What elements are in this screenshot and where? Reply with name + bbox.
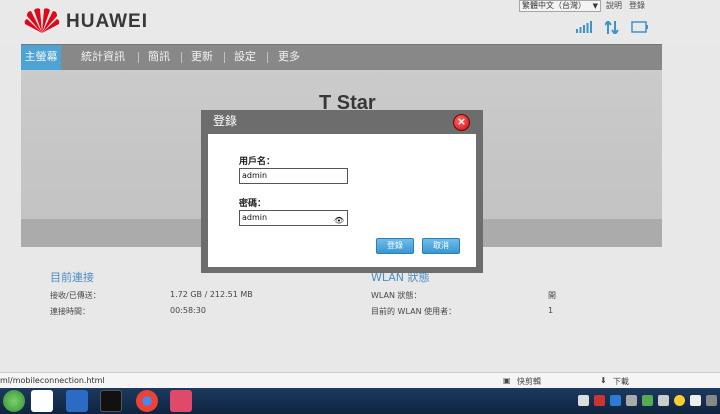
tray-icon[interactable] [578, 395, 589, 406]
cloud-app-icon[interactable] [66, 390, 88, 412]
tray-icon[interactable] [674, 395, 685, 406]
chrome-icon[interactable] [136, 390, 158, 412]
tray-icon[interactable] [626, 395, 637, 406]
tray-icon[interactable] [690, 395, 701, 406]
password-input[interactable]: admin 👁 [239, 210, 348, 226]
tray-icon[interactable] [706, 395, 717, 406]
browser-statusbar: ml/mobileconnection.html ▣ 快剪輯 ⬇ 下載 [0, 372, 720, 388]
eye-icon[interactable]: 👁 [334, 214, 344, 228]
username-value: admin [242, 171, 268, 180]
login-button[interactable]: 登錄 [376, 238, 414, 254]
app-icon[interactable] [100, 390, 122, 412]
tray-icon[interactable] [642, 395, 653, 406]
dialog-title: 登錄 [213, 114, 238, 128]
username-input[interactable]: admin [239, 168, 348, 184]
media-player-icon[interactable] [31, 390, 53, 412]
shortcut-icon[interactable]: ▣ [503, 376, 511, 385]
app-icon-pink[interactable] [170, 390, 192, 412]
tray-icon[interactable] [594, 395, 605, 406]
status-url: ml/mobileconnection.html [0, 376, 105, 385]
close-icon[interactable]: × [453, 114, 470, 131]
taskbar [0, 388, 720, 414]
tray-icon[interactable] [610, 395, 621, 406]
username-label: 用戶名： [239, 157, 276, 167]
tray-icon[interactable] [658, 395, 669, 406]
download-icon[interactable]: ⬇ [600, 376, 607, 385]
password-value: admin [242, 213, 268, 222]
start-button-icon[interactable] [3, 390, 25, 412]
download-label[interactable]: 下載 [613, 376, 629, 387]
shortcut-label[interactable]: 快剪輯 [517, 376, 541, 387]
cancel-button[interactable]: 取消 [422, 238, 460, 254]
login-dialog: 登錄 × 用戶名： admin 密碼： admin 👁 登錄 取消 [201, 110, 483, 273]
password-label: 密碼： [239, 199, 267, 209]
